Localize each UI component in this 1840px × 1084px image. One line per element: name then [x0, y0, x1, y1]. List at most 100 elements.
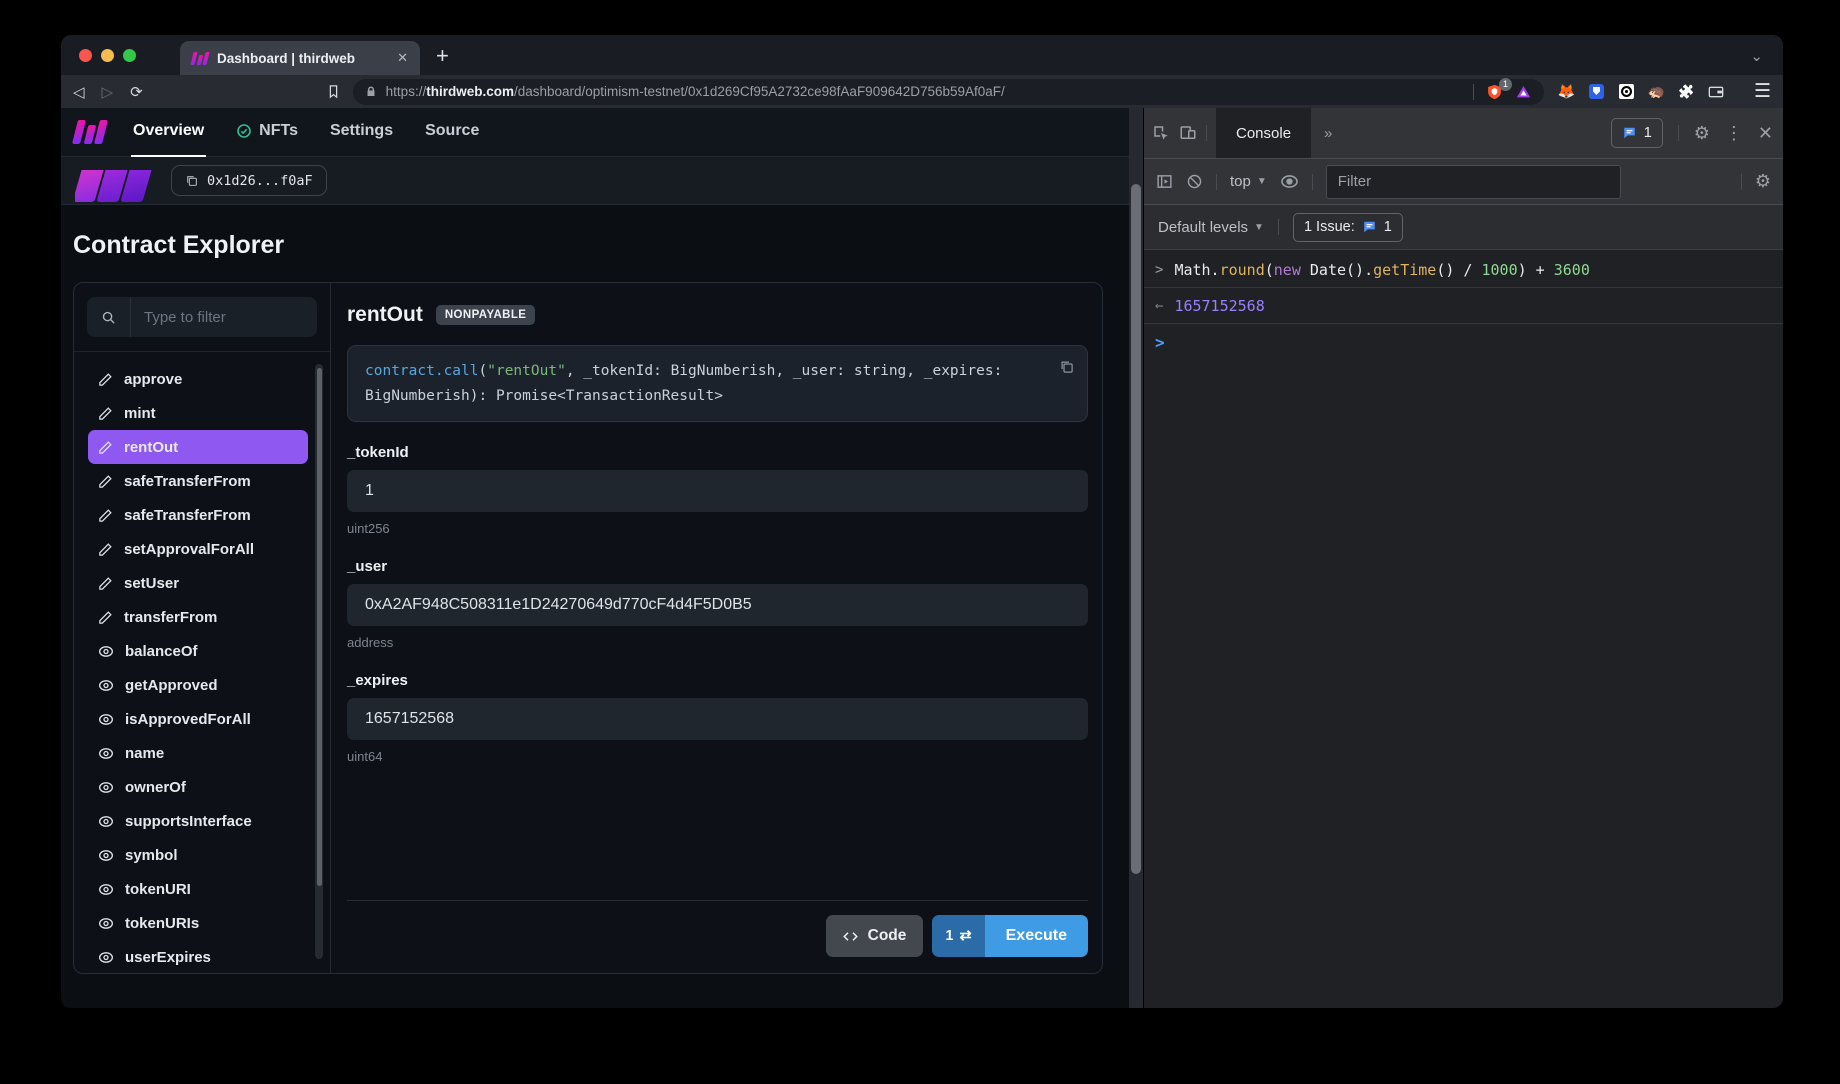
eye-icon [98, 781, 114, 794]
function-item-transferFrom[interactable]: transferFrom [88, 600, 308, 634]
copy-icon [185, 174, 198, 187]
console-messages-badge[interactable]: 1 [1611, 118, 1663, 148]
context-selector[interactable]: top▼ [1230, 173, 1267, 190]
function-item-supportsInterface[interactable]: supportsInterface [88, 804, 308, 838]
function-list-scrollbar[interactable] [315, 364, 323, 959]
shield-badge: 1 [1499, 78, 1512, 91]
function-item-rentOut[interactable]: rentOut [88, 430, 308, 464]
field-input-expires[interactable]: 1657152568 [347, 698, 1088, 740]
console-filter-input[interactable] [1326, 165, 1621, 199]
field-input-user[interactable]: 0xA2AF948C508311e1D24270649d770cF4d4F5D0… [347, 584, 1088, 626]
tab-close-icon[interactable]: ✕ [397, 50, 408, 66]
metamask-extension-icon[interactable]: 🦊 [1558, 83, 1575, 100]
function-label: supportsInterface [125, 813, 252, 830]
reload-button[interactable]: ⟳ [130, 83, 143, 101]
function-item-name[interactable]: name [88, 736, 308, 770]
password-manager-extension-icon[interactable] [1588, 83, 1605, 100]
function-item-setApprovalForAll[interactable]: setApprovalForAll [88, 532, 308, 566]
filter-input[interactable] [131, 309, 317, 326]
extensions-area: 🦊 🦔 🧩 ☰ [1558, 80, 1771, 103]
function-label: rentOut [124, 439, 178, 456]
url-bar[interactable]: https://thirdweb.com/dashboard/optimism-… [353, 79, 1544, 105]
browser-menu-icon[interactable]: ☰ [1754, 80, 1771, 103]
close-window-button[interactable] [79, 49, 92, 62]
hedgehog-extension-icon[interactable]: 🦔 [1648, 83, 1665, 100]
function-item-setUser[interactable]: setUser [88, 566, 308, 600]
execute-button-group: 1⇄ Execute [932, 915, 1088, 957]
function-item-getApproved[interactable]: getApproved [88, 668, 308, 702]
forward-button[interactable]: ▷ [102, 83, 114, 101]
devtools-settings-icon[interactable]: ⚙ [1694, 123, 1710, 144]
scrollbar-thumb[interactable] [1131, 184, 1141, 874]
dark-reader-extension-icon[interactable] [1618, 83, 1635, 100]
function-label: name [125, 745, 164, 762]
function-item-userExpires[interactable]: userExpires [88, 940, 308, 973]
eye-icon [98, 679, 114, 692]
console-sidebar-toggle-icon[interactable] [1156, 173, 1173, 190]
contract-address-badge[interactable]: 0x1d26...f0aF [171, 165, 327, 196]
device-toolbar-icon[interactable] [1179, 124, 1197, 142]
console-result-line[interactable]: ← 1657152568 [1144, 288, 1783, 324]
log-levels-dropdown[interactable]: Default levels▼ [1158, 219, 1264, 236]
nav-link-source[interactable]: Source [423, 108, 481, 157]
console-expression: Math.round(new Date().getTime() / 1000) … [1174, 261, 1589, 279]
function-item-isApprovedForAll[interactable]: isApprovedForAll [88, 702, 308, 736]
page-scrollbar[interactable] [1129, 108, 1143, 1008]
check-circle-icon [236, 123, 252, 139]
signature-code-block: contract.call("rentOut", _tokenId: BigNu… [347, 345, 1088, 422]
function-item-safeTransferFrom[interactable]: safeTransferFrom [88, 464, 308, 498]
function-item-mint[interactable]: mint [88, 396, 308, 430]
browser-tab-active[interactable]: Dashboard | thirdweb ✕ [180, 41, 420, 75]
console-prompt-line[interactable]: > [1144, 324, 1783, 360]
console-toolbar: top▼ ⚙ [1144, 158, 1783, 205]
issues-chip[interactable]: 1 Issue: 1 [1293, 213, 1403, 242]
maximize-window-button[interactable] [123, 49, 136, 62]
more-tabs-icon[interactable]: » [1320, 125, 1336, 142]
function-item-approve[interactable]: approve [88, 362, 308, 396]
back-button[interactable]: ◁ [73, 83, 85, 101]
clear-console-icon[interactable] [1186, 173, 1203, 190]
function-item-symbol[interactable]: symbol [88, 838, 308, 872]
nav-link-nfts[interactable]: NFTs [234, 108, 300, 157]
copy-signature-icon[interactable] [1059, 359, 1074, 374]
new-tab-button[interactable]: + [436, 43, 449, 69]
devtools-menu-icon[interactable]: ⋮ [1725, 123, 1743, 144]
field-label-expires: _expires [347, 672, 1088, 689]
minimize-window-button[interactable] [101, 49, 114, 62]
divider [1473, 84, 1474, 100]
extensions-puzzle-icon[interactable]: 🧩 [1678, 83, 1695, 100]
execute-button[interactable]: Execute [985, 915, 1088, 957]
function-item-tokenURIs[interactable]: tokenURIs [88, 906, 308, 940]
devtools-tab-console[interactable]: Console [1216, 108, 1311, 158]
pencil-icon [98, 474, 113, 489]
function-label: mint [124, 405, 156, 422]
code-button[interactable]: Code [826, 915, 924, 957]
function-item-tokenURI[interactable]: tokenURI [88, 872, 308, 906]
wallet-icon[interactable] [1708, 83, 1725, 100]
bookmark-icon[interactable] [326, 84, 341, 99]
thirdweb-logo[interactable] [75, 120, 105, 144]
page-content: Contract Explorer [61, 205, 1129, 1008]
console-output: > Math.round(new Date().getTime() / 1000… [1144, 250, 1783, 1008]
function-label: symbol [125, 847, 178, 864]
function-item-safeTransferFrom[interactable]: safeTransferFrom [88, 498, 308, 532]
function-item-balanceOf[interactable]: balanceOf [88, 634, 308, 668]
nav-link-settings[interactable]: Settings [328, 108, 395, 157]
live-expression-eye-icon[interactable] [1280, 174, 1299, 189]
nav-link-overview[interactable]: Overview [131, 108, 206, 157]
pencil-icon [98, 406, 113, 421]
field-input-tokenid[interactable]: 1 [347, 470, 1088, 512]
console-input-line[interactable]: > Math.round(new Date().getTime() / 1000… [1144, 252, 1783, 288]
function-label: safeTransferFrom [124, 507, 251, 524]
tx-count-button[interactable]: 1⇄ [932, 915, 984, 957]
devtools-close-icon[interactable]: ✕ [1758, 123, 1773, 144]
function-label: tokenURIs [125, 915, 199, 932]
brave-rewards-icon[interactable] [1515, 84, 1532, 100]
console-settings-icon[interactable]: ⚙ [1755, 171, 1771, 192]
tab-search-chevron-icon[interactable]: ⌄ [1750, 47, 1783, 75]
brave-shield-icon[interactable]: 1 [1486, 83, 1503, 101]
function-label: safeTransferFrom [124, 473, 251, 490]
function-item-ownerOf[interactable]: ownerOf [88, 770, 308, 804]
inspect-element-icon[interactable] [1152, 124, 1170, 142]
pencil-icon [98, 576, 113, 591]
